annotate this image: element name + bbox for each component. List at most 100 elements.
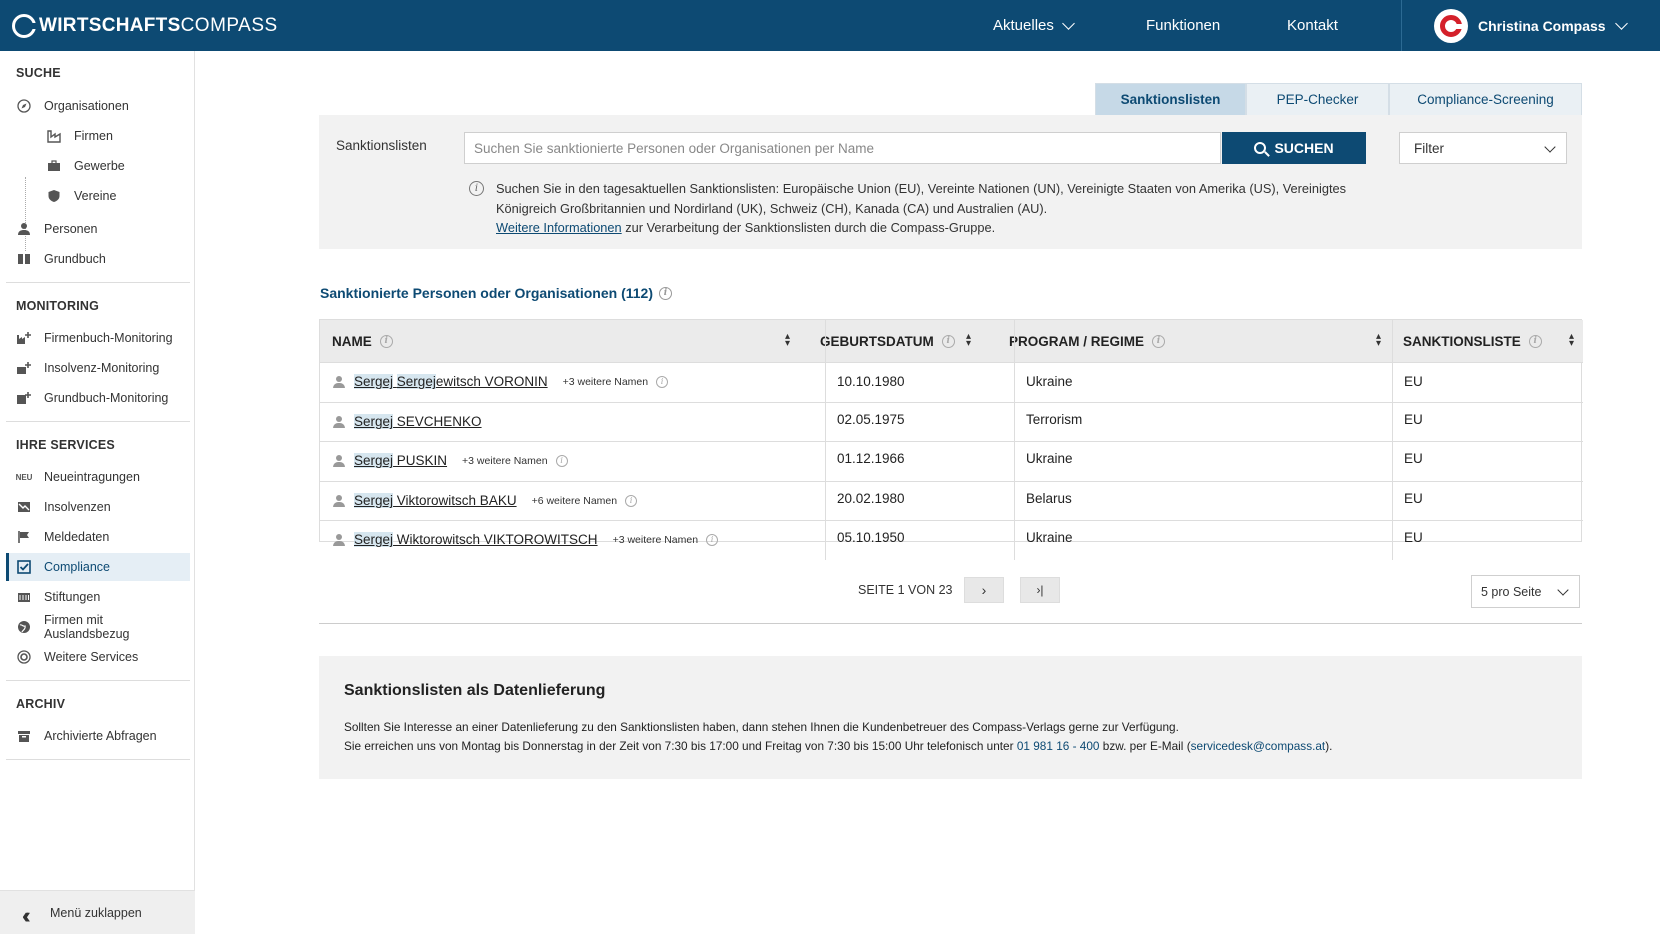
column-header-name[interactable]: NAME i	[332, 320, 393, 362]
nav-aktuelles[interactable]: Aktuelles	[993, 0, 1075, 51]
search-info: i Suchen Sie in den tagesaktuellen Sankt…	[469, 179, 1349, 238]
person-name-link[interactable]: Sergej Wiktorowitsch VIKTOROWITSCH	[354, 532, 598, 547]
double-chevron-left-icon: ‹‹	[22, 903, 30, 928]
program-cell: Terrorism	[1026, 412, 1083, 427]
filter-select[interactable]: Filter	[1399, 132, 1567, 164]
name-cell: Sergej Viktorowitsch BAKU +6 weitere Nam…	[332, 493, 638, 508]
search-input[interactable]: Suchen Sie sanktionierte Personen oder O…	[464, 132, 1221, 164]
sidebar-item-firmen[interactable]: Firmen	[0, 122, 190, 150]
section-archiv: ARCHIV	[16, 697, 66, 711]
data-delivery-text: Sollten Sie Interesse an einer Datenlief…	[344, 720, 1333, 753]
chevron-down-icon	[1544, 141, 1556, 153]
top-bar: WIRTSCHAFTS COMPASS Aktuelles Funktionen…	[0, 0, 1660, 51]
info-icon: i	[1152, 334, 1166, 348]
sidebar-item-stiftungen[interactable]: Stiftungen	[0, 583, 190, 611]
nav-funktionen[interactable]: Funktionen	[1146, 0, 1220, 51]
logo[interactable]: WIRTSCHAFTS COMPASS	[12, 13, 278, 39]
last-page-icon: ›|	[1036, 583, 1044, 597]
sidebar-item-firmenbuch-monitoring[interactable]: Firmenbuch-Monitoring	[0, 324, 190, 352]
sidebar-item-meldedaten[interactable]: Meldedaten	[0, 523, 190, 551]
globe-icon	[16, 619, 32, 635]
checkbox-icon	[16, 559, 32, 575]
results-table: NAME i ▴ ▾ GEBURTSDATUM i ▴ ▾ PROGRAM / RE…	[319, 319, 1583, 560]
sort-icon[interactable]: ▴ ▾	[1569, 332, 1574, 349]
email-link[interactable]: servicedesk@compass.at	[1191, 739, 1326, 753]
search-label: Sanktionslisten	[336, 138, 427, 153]
dob-cell: 05.10.1950	[837, 530, 905, 545]
sidebar-item-neueintragungen[interactable]: NEU Neueintragungen	[0, 463, 190, 491]
shield-icon	[46, 188, 62, 204]
section-monitoring: MONITORING	[16, 299, 100, 313]
divider	[6, 759, 190, 760]
archive-icon	[16, 728, 32, 744]
per-page-select[interactable]: 5 pro Seite	[1471, 575, 1580, 608]
chevron-down-icon	[1062, 16, 1075, 30]
info-icon[interactable]: i	[658, 286, 672, 300]
sort-icon[interactable]: ▴ ▾	[1376, 332, 1381, 349]
chevron-right-icon: ›	[981, 582, 987, 598]
column-header-sanktionsliste[interactable]: SANKTIONSLISTE i	[1403, 320, 1542, 362]
compass-icon	[16, 98, 32, 114]
person-name-link[interactable]: Sergej Viktorowitsch BAKU	[354, 493, 517, 508]
sidebar-item-compliance[interactable]: Compliance	[6, 553, 190, 581]
person-icon	[332, 375, 346, 389]
info-icon: i	[941, 334, 955, 348]
person-name-link[interactable]: Sergej SEVCHENKO	[354, 414, 482, 429]
info-icon[interactable]: i	[555, 454, 568, 467]
chart-down-icon	[16, 499, 32, 515]
data-delivery-box: Sanktionslisten als Datenlieferung Sollt…	[319, 656, 1582, 779]
person-icon	[332, 494, 346, 508]
info-icon[interactable]: i	[625, 494, 638, 507]
section-suche: SUCHE	[16, 66, 61, 80]
sidebar-item-gewerbe[interactable]: Gewerbe	[0, 152, 190, 180]
sidebar-item-insolvenz-monitoring[interactable]: Insolvenz-Monitoring	[0, 354, 190, 382]
avatar	[1434, 8, 1468, 43]
next-page-button[interactable]: ›	[964, 577, 1004, 603]
sidebar-item-vereine[interactable]: Vereine	[0, 182, 190, 210]
sidebar-item-insolvenzen[interactable]: Insolvenzen	[0, 493, 190, 521]
phone-link[interactable]: 01 981 16 - 400	[1017, 739, 1100, 753]
sidebar-item-auslandsbezug[interactable]: Firmen mit Auslandsbezug	[0, 613, 190, 641]
person-name-link[interactable]: Sergej Sergejewitsch VORONIN	[354, 374, 548, 389]
more-names: +3 weitere Namen	[462, 454, 548, 467]
info-icon: i	[469, 181, 484, 196]
sort-icon[interactable]: ▴ ▾	[785, 332, 790, 349]
collapse-menu-button[interactable]: ‹‹ Menü zuklappen	[0, 890, 195, 934]
info-icon: i	[379, 334, 393, 348]
table-row: Sergej Sergejewitsch VORONIN +3 weitere …	[320, 362, 1583, 402]
program-cell: Belarus	[1026, 491, 1072, 506]
list-cell: EU	[1404, 412, 1423, 427]
search-button[interactable]: SUCHEN	[1222, 132, 1366, 164]
sidebar-item-personen[interactable]: Personen	[0, 215, 190, 243]
info-icon[interactable]: i	[706, 533, 719, 546]
dob-cell: 10.10.1980	[837, 374, 905, 389]
sidebar-item-organisationen[interactable]: Organisationen	[0, 92, 190, 120]
sidebar-item-grundbuch[interactable]: Grundbuch	[0, 245, 190, 273]
column-header-program[interactable]: PROGRAM / REGIME i	[1009, 320, 1166, 362]
column-header-geburtsdatum[interactable]: GEBURTSDATUM i	[820, 320, 955, 362]
sidebar-item-archivierte-abfragen[interactable]: Archivierte Abfragen	[0, 722, 190, 750]
sidebar-item-grundbuch-monitoring[interactable]: Grundbuch-Monitoring	[0, 384, 190, 412]
more-names: +6 weitere Namen	[531, 494, 618, 507]
sort-icon[interactable]: ▴ ▾	[966, 332, 971, 349]
nav-kontakt[interactable]: Kontakt	[1287, 0, 1338, 51]
tab-pep-checker[interactable]: PEP-Checker	[1246, 83, 1389, 115]
search-icon	[1254, 142, 1267, 154]
divider	[6, 680, 190, 681]
more-info-link[interactable]: Weitere Informationen	[496, 220, 622, 235]
last-page-button[interactable]: ›|	[1020, 577, 1060, 603]
program-cell: Ukraine	[1026, 451, 1073, 466]
tab-compliance-screening[interactable]: Compliance-Screening	[1389, 83, 1582, 115]
name-cell: Sergej Sergejewitsch VORONIN +3 weitere …	[332, 374, 669, 389]
table-row: Sergej PUSKIN +3 weitere Namen i 01.12.1…	[320, 441, 1583, 481]
book-icon	[16, 251, 32, 267]
person-name-link[interactable]: Sergej PUSKIN	[354, 453, 447, 468]
chart-plus-icon	[16, 360, 32, 376]
tab-sanktionslisten[interactable]: Sanktionslisten	[1095, 83, 1246, 115]
person-icon	[16, 221, 32, 237]
dob-cell: 02.05.1975	[837, 412, 905, 427]
more-names: +3 weitere Namen	[612, 533, 699, 546]
sidebar-item-weitere-services[interactable]: Weitere Services	[0, 643, 190, 671]
list-cell: EU	[1404, 374, 1423, 389]
info-icon[interactable]: i	[656, 375, 669, 388]
